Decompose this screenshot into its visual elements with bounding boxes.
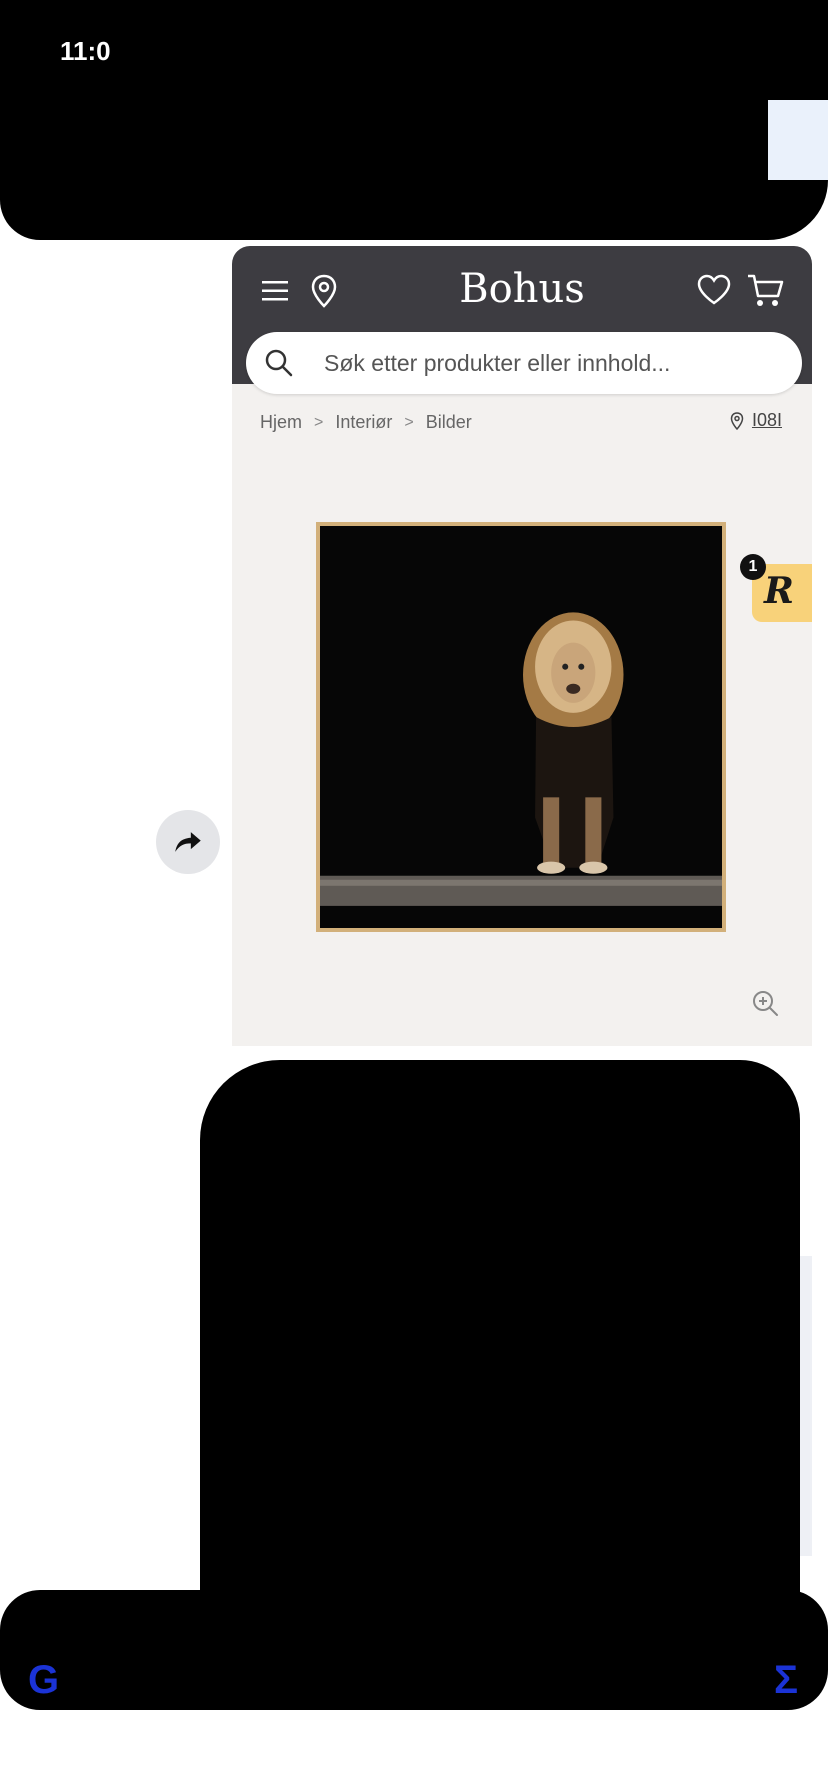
redacted-area-bottom: G Σ xyxy=(0,1590,828,1710)
search-input[interactable]: Søk etter produkter eller innhold... xyxy=(324,350,670,377)
badge-letter: R xyxy=(764,570,794,612)
status-time: 11:0 xyxy=(60,36,111,66)
search-icon xyxy=(265,349,293,377)
share-arrow-icon xyxy=(175,832,201,852)
badge-count: 1 xyxy=(740,554,766,580)
map-pin-icon xyxy=(730,411,744,430)
heart-icon[interactable] xyxy=(696,274,732,306)
product-image-frame[interactable] xyxy=(316,522,726,932)
redacted-area-top: 11:0 xyxy=(0,0,828,240)
background-strip xyxy=(768,100,828,180)
breadcrumb-home[interactable]: Hjem xyxy=(260,412,302,433)
breadcrumb-separator: > xyxy=(404,413,414,431)
search-bar[interactable]: Søk etter produkter eller innhold... xyxy=(246,332,802,394)
shopping-cart-icon[interactable] xyxy=(746,272,784,308)
reward-badge[interactable]: R 1 xyxy=(740,554,812,622)
breadcrumb: Hjem > Interiør > Bilder xyxy=(260,412,472,433)
zoom-in-icon[interactable] xyxy=(750,988,780,1018)
product-image xyxy=(320,526,722,928)
store-selector[interactable]: I08I xyxy=(730,410,782,431)
lion-picture xyxy=(320,526,722,928)
breadcrumb-interior[interactable]: Interiør xyxy=(335,412,392,433)
store-id[interactable]: I08I xyxy=(752,410,782,431)
link-fragment-left: G xyxy=(28,1658,60,1702)
link-fragment-right: Σ xyxy=(773,1658,798,1702)
breadcrumb-pictures[interactable]: Bilder xyxy=(426,412,472,433)
redacted-area-middle xyxy=(200,1060,800,1680)
breadcrumb-separator: > xyxy=(314,413,324,431)
share-button[interactable] xyxy=(156,810,220,874)
